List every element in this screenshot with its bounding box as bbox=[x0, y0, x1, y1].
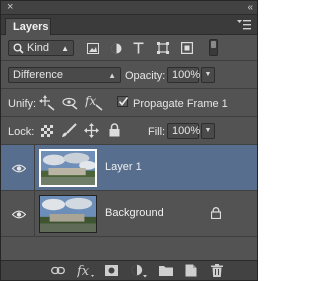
blend-mode-select[interactable]: Difference ▲ bbox=[8, 67, 121, 83]
shape-filter-icon[interactable] bbox=[157, 42, 169, 54]
fill-label: Fill: bbox=[148, 126, 166, 138]
fill-input[interactable]: 100% bbox=[167, 123, 200, 139]
filter-row: Kind ▲ bbox=[1, 36, 257, 61]
layer-thumbnail-image bbox=[41, 151, 95, 185]
layer-thumbnail-image bbox=[40, 196, 96, 232]
visibility-toggle[interactable] bbox=[1, 191, 35, 237]
layer-name: Background bbox=[105, 207, 164, 219]
layer-thumbnail[interactable] bbox=[39, 195, 97, 233]
lock-all-icon[interactable] bbox=[109, 123, 120, 137]
add-mask-icon[interactable] bbox=[105, 265, 118, 276]
layer-row[interactable]: Layer 1 bbox=[1, 145, 257, 191]
layers-list: Layer 1 Background bbox=[1, 145, 257, 260]
lock-label: Lock: bbox=[8, 126, 35, 138]
opacity-dropdown-button[interactable]: ▼ bbox=[201, 67, 215, 83]
tab-bar: Layers bbox=[1, 15, 257, 35]
smart-object-filter-icon[interactable] bbox=[181, 42, 193, 54]
close-icon[interactable]: × bbox=[7, 1, 13, 14]
eye-icon bbox=[12, 164, 26, 173]
lock-row: Lock: Fill: 100% ▼ bbox=[1, 117, 257, 145]
kind-filter-select[interactable]: Kind ▲ bbox=[8, 40, 74, 56]
unify-position-icon[interactable] bbox=[39, 95, 55, 111]
panel-title-bar: × « bbox=[1, 1, 257, 15]
layer-name: Layer 1 bbox=[105, 161, 142, 173]
propagate-frame-checkbox[interactable] bbox=[117, 96, 129, 107]
lock-image-pixels-icon[interactable] bbox=[61, 123, 77, 138]
unify-label: Unify: bbox=[8, 98, 37, 110]
chevron-updown-icon: ▲ bbox=[108, 71, 116, 80]
filter-toggle[interactable] bbox=[209, 39, 218, 56]
adjustment-layer-icon[interactable] bbox=[131, 264, 148, 278]
layer-row[interactable]: Background bbox=[1, 191, 257, 237]
panel-menu-icon[interactable] bbox=[237, 20, 251, 30]
fx-icon[interactable]: fx bbox=[77, 263, 95, 278]
type-filter-icon[interactable] bbox=[133, 42, 144, 54]
blend-row: Difference ▲ Opacity: 100% ▼ bbox=[1, 61, 257, 89]
search-icon bbox=[13, 43, 24, 54]
visibility-toggle[interactable] bbox=[1, 145, 35, 191]
lock-position-icon[interactable] bbox=[84, 123, 99, 138]
link-layers-icon[interactable] bbox=[51, 266, 65, 275]
new-layer-icon[interactable] bbox=[185, 264, 197, 277]
pixel-filter-icon[interactable] bbox=[87, 43, 99, 54]
lock-icon[interactable] bbox=[211, 207, 221, 219]
blend-mode-value: Difference bbox=[13, 69, 63, 81]
checkmark-icon bbox=[118, 97, 129, 106]
svg-text:fx: fx bbox=[77, 264, 90, 278]
propagate-frame-label: Propagate Frame 1 bbox=[133, 98, 228, 110]
delete-layer-icon[interactable] bbox=[211, 264, 223, 277]
adjustment-filter-icon[interactable] bbox=[111, 43, 122, 54]
unify-style-icon[interactable]: fx bbox=[85, 94, 103, 111]
svg-text:fx: fx bbox=[85, 94, 96, 108]
opacity-label: Opacity: bbox=[125, 70, 166, 82]
kind-label: Kind bbox=[27, 42, 50, 54]
unify-row: Unify: fx Propagate Frame 1 bbox=[1, 89, 257, 117]
layer-thumbnail[interactable] bbox=[39, 149, 97, 187]
opacity-input[interactable]: 100% bbox=[167, 67, 200, 83]
lock-transparent-pixels-icon[interactable] bbox=[41, 125, 53, 137]
new-group-icon[interactable] bbox=[159, 265, 173, 276]
chevron-updown-icon: ▲ bbox=[61, 44, 69, 53]
eye-icon bbox=[12, 210, 26, 219]
layers-bottom-bar: fx bbox=[1, 260, 257, 280]
unify-visibility-icon[interactable] bbox=[62, 96, 78, 110]
tab-layers[interactable]: Layers bbox=[5, 18, 51, 35]
fill-dropdown-button[interactable]: ▼ bbox=[201, 123, 215, 139]
collapse-icon[interactable]: « bbox=[247, 1, 252, 14]
layers-panel: × « Layers Kind ▲ Difference ▲ Opacity: … bbox=[0, 0, 258, 281]
